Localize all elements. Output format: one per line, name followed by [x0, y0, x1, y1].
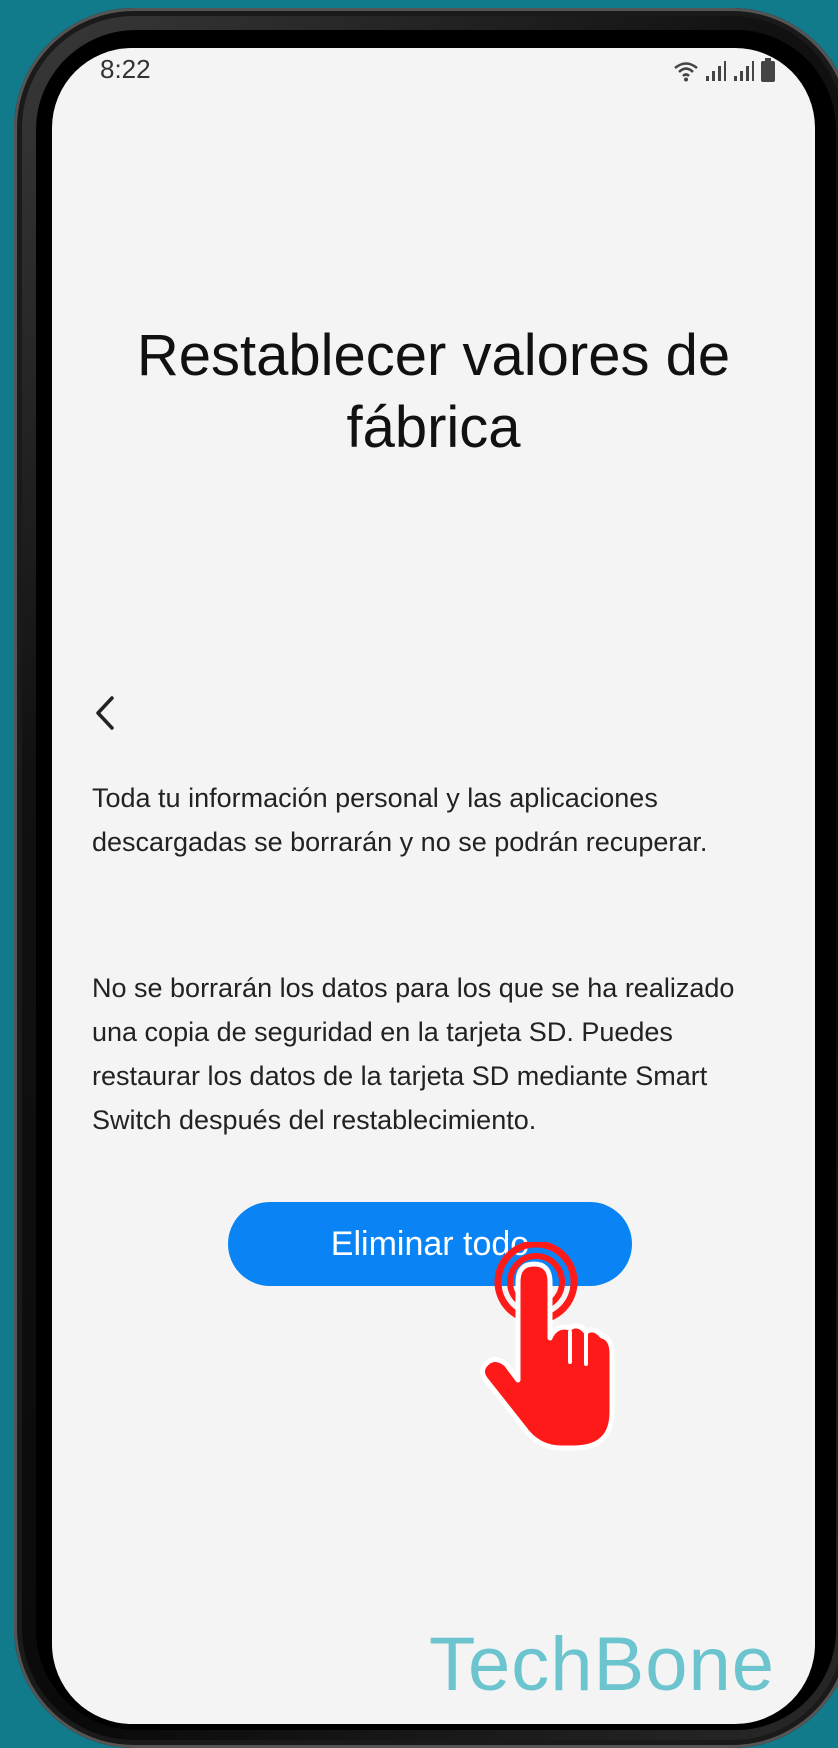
- backup-info-text: No se borrarán los datos para los que se…: [92, 973, 735, 1135]
- status-time: 8:22: [100, 54, 151, 84]
- status-icons: [673, 56, 775, 82]
- chevron-left-icon: [86, 696, 126, 742]
- battery-icon: [761, 58, 775, 82]
- phone-screen: 8:22 Restablecer valores de fábrica Toda…: [52, 48, 815, 1724]
- signal-icon: [705, 60, 727, 82]
- watermark: TechBone: [428, 1622, 775, 1707]
- warning-text: Toda tu información personal y las aplic…: [92, 783, 708, 857]
- wifi-icon: [673, 60, 699, 82]
- delete-all-button[interactable]: Eliminar todo: [228, 1202, 632, 1286]
- page-title: Restablecer valores de fábrica: [136, 323, 731, 460]
- back-button[interactable]: [86, 688, 126, 738]
- signal-icon: [733, 60, 755, 82]
